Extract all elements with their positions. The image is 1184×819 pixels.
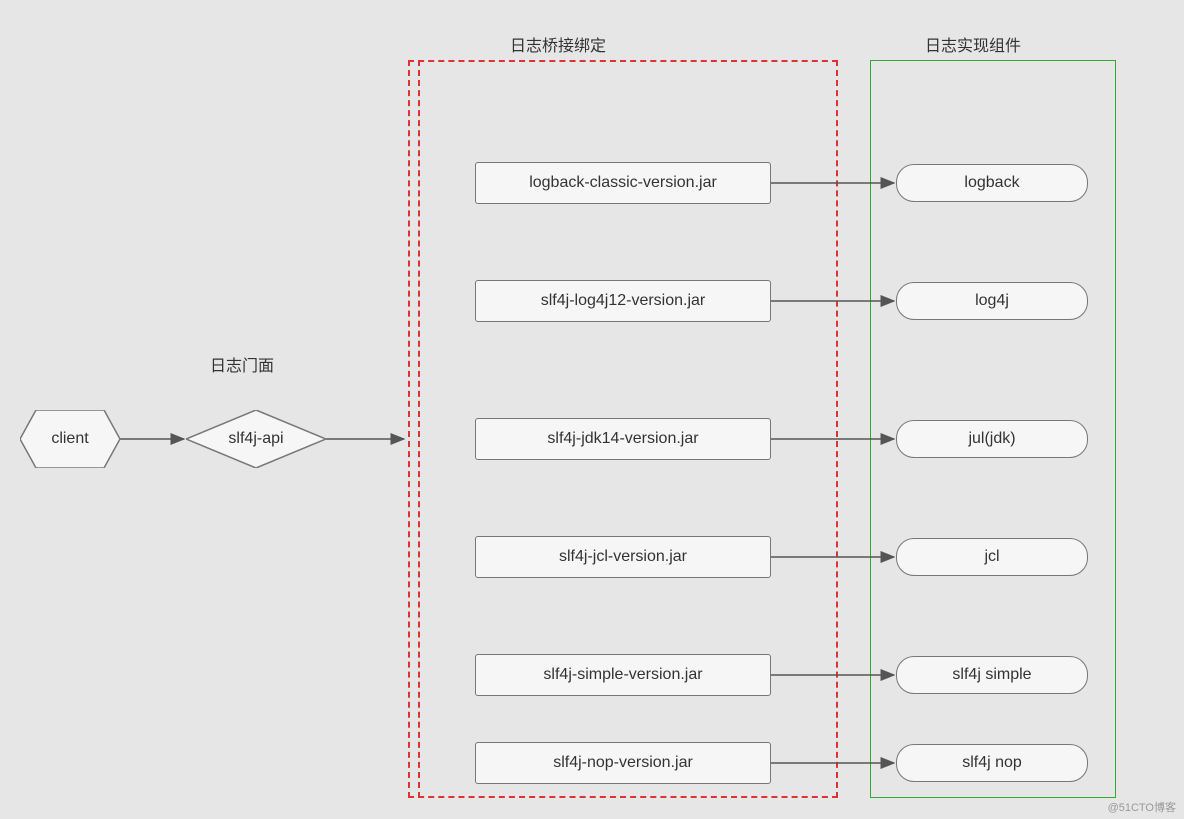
impl-text-1: log4j — [975, 292, 1009, 310]
label-impl: 日志实现组件 — [925, 32, 1021, 56]
impl-node-3: jcl — [896, 538, 1088, 576]
client-label: client — [51, 430, 88, 448]
impl-node-5: slf4j nop — [896, 744, 1088, 782]
impl-text-3: jcl — [984, 548, 999, 566]
api-label: slf4j-api — [228, 430, 283, 448]
bridge-node-1: slf4j-log4j12-version.jar — [475, 280, 771, 322]
watermark: @51CTO博客 — [1108, 799, 1176, 815]
api-node: slf4j-api — [186, 410, 326, 468]
impl-text-0: logback — [964, 174, 1019, 192]
bridge-text-3: slf4j-jcl-version.jar — [559, 548, 687, 566]
bridge-node-5: slf4j-nop-version.jar — [475, 742, 771, 784]
diagram-canvas: 日志门面 日志桥接绑定 日志实现组件 client slf4j-api logb… — [0, 0, 1184, 819]
bridge-node-0: logback-classic-version.jar — [475, 162, 771, 204]
impl-node-2: jul(jdk) — [896, 420, 1088, 458]
bridge-text-4: slf4j-simple-version.jar — [543, 666, 702, 684]
bridge-node-2: slf4j-jdk14-version.jar — [475, 418, 771, 460]
bridge-node-3: slf4j-jcl-version.jar — [475, 536, 771, 578]
bridge-text-5: slf4j-nop-version.jar — [553, 754, 693, 772]
bridge-node-4: slf4j-simple-version.jar — [475, 654, 771, 696]
impl-text-4: slf4j simple — [952, 666, 1031, 684]
bridge-text-0: logback-classic-version.jar — [529, 174, 717, 192]
impl-text-5: slf4j nop — [962, 754, 1022, 772]
client-node: client — [20, 410, 120, 468]
bridge-text-2: slf4j-jdk14-version.jar — [547, 430, 698, 448]
label-facade: 日志门面 — [210, 352, 274, 376]
impl-node-1: log4j — [896, 282, 1088, 320]
impl-node-0: logback — [896, 164, 1088, 202]
impl-text-2: jul(jdk) — [968, 430, 1015, 448]
impl-node-4: slf4j simple — [896, 656, 1088, 694]
bridge-text-1: slf4j-log4j12-version.jar — [541, 292, 706, 310]
label-bridge: 日志桥接绑定 — [510, 32, 606, 56]
